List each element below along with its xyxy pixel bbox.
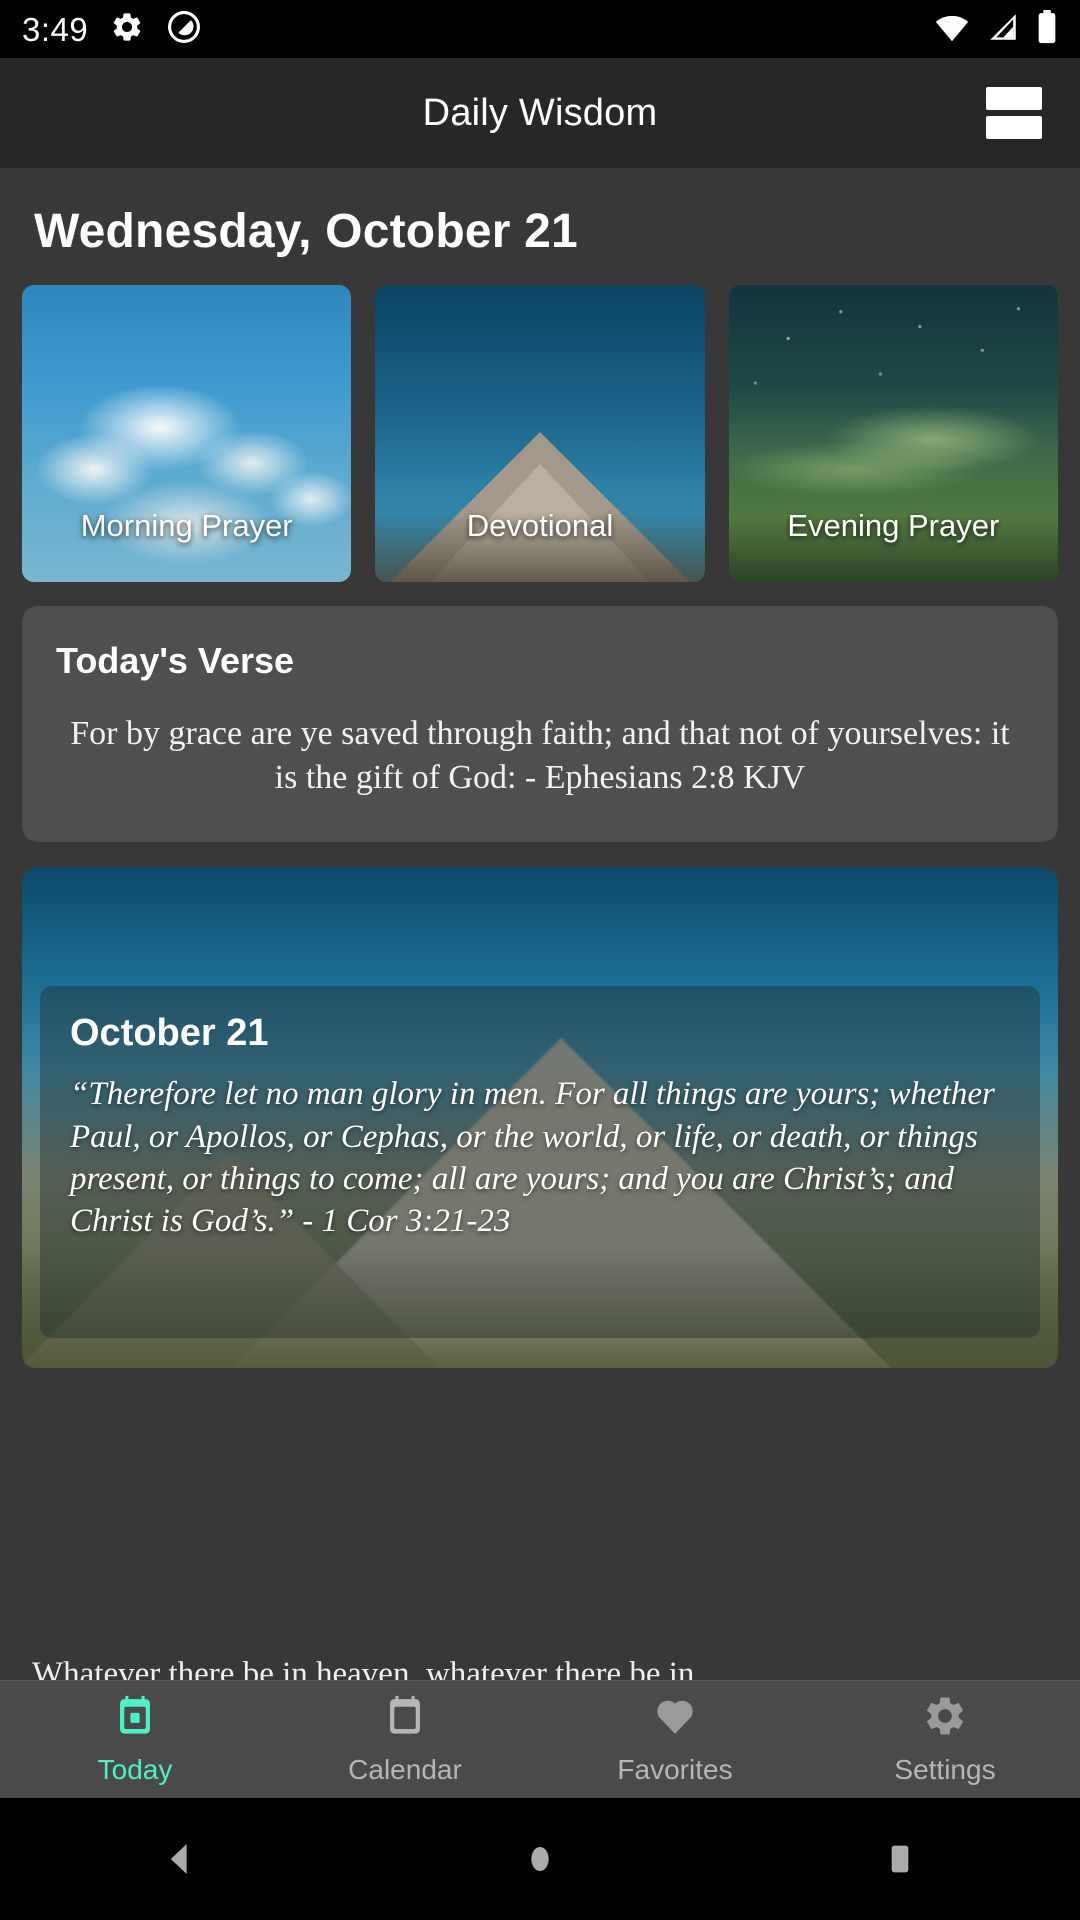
date-heading: Wednesday, October 21 xyxy=(34,205,578,258)
recents-icon[interactable] xyxy=(840,1798,960,1920)
wifi-icon xyxy=(934,12,970,47)
status-bar: 3:49 xyxy=(0,0,1080,58)
category-card-label: Morning Prayer xyxy=(80,508,293,543)
hero-text-overlay: October 21 “Therefore let no man glory i… xyxy=(40,986,1040,1339)
nav-label-calendar: Calendar xyxy=(348,1754,462,1785)
category-card-label: Evening Prayer xyxy=(787,508,1000,543)
bottom-navigation-bar: Today Calendar Favorites Settings xyxy=(0,1680,1080,1798)
status-bar-right xyxy=(934,9,1058,49)
app-bar: Daily Wisdom xyxy=(0,58,1080,168)
nav-item-settings[interactable]: Settings xyxy=(810,1693,1080,1786)
nav-label-settings: Settings xyxy=(894,1754,996,1785)
category-card-row: Morning Prayer Devotional Evening Prayer xyxy=(0,259,1080,582)
todays-verse-card[interactable]: Today's Verse For by grace are ye saved … xyxy=(22,606,1058,843)
category-card-evening-prayer[interactable]: Evening Prayer xyxy=(728,285,1058,582)
cell-signal-icon xyxy=(986,12,1020,47)
calendar-today-icon xyxy=(112,1693,158,1744)
gear-icon xyxy=(922,1693,968,1744)
hero-date: October 21 xyxy=(70,1012,269,1055)
category-card-label: Devotional xyxy=(466,508,614,543)
page-title: Daily Wisdom xyxy=(422,91,658,134)
scroll-content[interactable]: Wednesday, October 21 Morning Prayer Dev… xyxy=(0,168,1080,1680)
android-system-nav xyxy=(0,1798,1080,1920)
devotional-body-text: Whatever there be in heaven, whatever th… xyxy=(32,1656,695,1680)
gear-icon xyxy=(110,10,144,49)
nav-item-today[interactable]: Today xyxy=(0,1693,270,1786)
hamburger-menu-icon[interactable] xyxy=(986,87,1042,139)
dnd-circle-icon xyxy=(166,9,202,50)
phone-screen: 3:49 Daily Wisdom Wednesday, October 21 … xyxy=(0,0,1080,1920)
status-bar-left: 3:49 xyxy=(22,9,202,50)
daily-devotional-hero-card[interactable]: October 21 “Therefore let no man glory i… xyxy=(22,868,1058,1369)
nav-item-calendar[interactable]: Calendar xyxy=(270,1693,540,1786)
hero-quote: “Therefore let no man glory in men. For … xyxy=(70,1076,995,1240)
nav-label-today: Today xyxy=(97,1754,173,1785)
menu-bar-bottom xyxy=(986,116,1042,139)
nav-item-favorites[interactable]: Favorites xyxy=(540,1693,810,1786)
battery-icon xyxy=(1036,9,1058,49)
todays-verse-title: Today's Verse xyxy=(56,640,295,681)
status-bar-clock: 3:49 xyxy=(22,10,89,48)
home-icon[interactable] xyxy=(480,1798,600,1920)
nav-label-favorites: Favorites xyxy=(617,1754,733,1785)
menu-bar-top xyxy=(986,87,1042,110)
calendar-icon xyxy=(382,1693,428,1744)
category-card-devotional[interactable]: Devotional xyxy=(375,285,705,582)
heart-icon xyxy=(652,1693,698,1744)
back-icon[interactable] xyxy=(120,1798,240,1920)
category-card-morning-prayer[interactable]: Morning Prayer xyxy=(22,285,352,582)
todays-verse-text: For by grace are ye saved through faith;… xyxy=(70,715,1010,797)
